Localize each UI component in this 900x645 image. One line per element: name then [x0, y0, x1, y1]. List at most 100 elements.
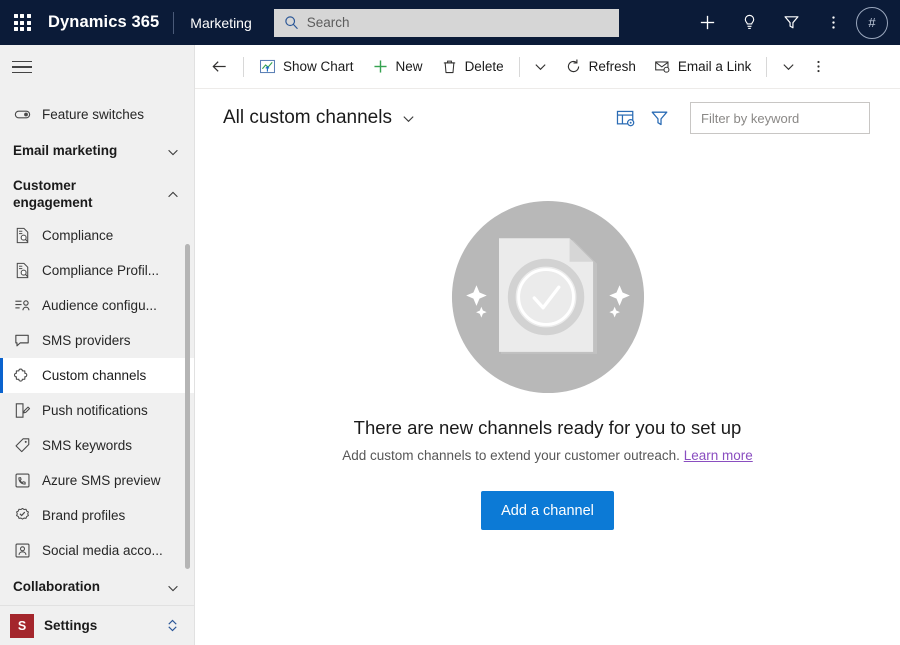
chat-bubble-icon [13, 331, 32, 350]
sidebar-group-email-marketing[interactable]: Email marketing [0, 132, 194, 172]
back-button[interactable] [201, 49, 237, 85]
app-header: Dynamics 365 Marketing Search # [0, 0, 900, 45]
page-title: All custom channels [223, 107, 392, 128]
sidebar-item-label: Azure SMS preview [42, 472, 161, 488]
edit-columns-button[interactable] [608, 101, 642, 135]
sidebar-item-compliance[interactable]: Compliance [0, 218, 194, 253]
sidebar-group-collaboration[interactable]: Collaboration [0, 568, 194, 605]
push-notification-icon [13, 401, 32, 420]
view-header: All custom channels Filter by keyword [195, 89, 900, 147]
person-frame-icon [13, 541, 32, 560]
puzzle-piece-icon [13, 366, 32, 385]
sidebar-item-label: Push notifications [42, 402, 148, 418]
refresh-icon [565, 58, 582, 75]
sidebar-item-label: Brand profiles [42, 507, 126, 523]
global-search-placeholder: Search [306, 15, 350, 30]
sidebar-group-label: Customer engagement [13, 177, 93, 210]
sidebar-item-audience-configuration[interactable]: Audience configu... [0, 288, 194, 323]
show-chart-button[interactable]: Show Chart [250, 49, 363, 85]
audience-icon [13, 296, 32, 315]
sidebar-item-sms-providers[interactable]: SMS providers [0, 323, 194, 358]
quick-create-icon[interactable] [686, 0, 728, 45]
new-button[interactable]: New [363, 49, 432, 85]
sidebar-item-social-media-accounts[interactable]: Social media acco... [0, 533, 194, 568]
chevron-up-icon [168, 191, 178, 197]
command-overflow-button[interactable] [803, 49, 833, 85]
sidebar-item-custom-channels[interactable]: Custom channels [0, 357, 194, 393]
area-switcher-settings[interactable]: S Settings [0, 605, 194, 645]
settings-badge: S [10, 613, 34, 638]
header-filter-icon[interactable] [770, 0, 812, 45]
email-link-dropdown-button[interactable] [773, 49, 803, 85]
learn-more-link[interactable]: Learn more [684, 448, 753, 463]
global-search-input[interactable]: Search [273, 8, 619, 37]
dynamics-365-window: Dynamics 365 Marketing Search # Feature … [0, 0, 900, 645]
sitemap-sidebar: Feature switches Email marketing Custome… [0, 45, 195, 645]
email-a-link-label: Email a Link [677, 59, 752, 74]
app-launcher-icon[interactable] [0, 0, 44, 45]
sidebar-item-brand-profiles[interactable]: Brand profiles [0, 498, 194, 533]
app-name[interactable]: Marketing [174, 15, 267, 31]
empty-state-subtitle: Add custom channels to extend your custo… [342, 448, 753, 463]
more-vertical-icon [817, 60, 820, 73]
keyword-filter-placeholder: Filter by keyword [701, 110, 800, 126]
main-content: Show Chart New Delete Refresh Email a Li… [195, 45, 900, 645]
delete-dropdown-button[interactable] [526, 49, 556, 85]
app-body: Feature switches Email marketing Custome… [0, 45, 900, 645]
sidebar-item-label: Compliance [42, 227, 114, 243]
email-link-icon [654, 58, 671, 75]
lightbulb-icon [744, 14, 754, 29]
sidebar-group-label: Email marketing [13, 143, 118, 159]
command-divider [243, 56, 244, 77]
filter-icon [651, 111, 667, 125]
sidebar-item-feature-switches[interactable]: Feature switches [0, 97, 194, 132]
plus-icon [700, 15, 714, 30]
search-icon [285, 16, 298, 29]
sidebar-group-label: Collaboration [13, 579, 100, 595]
sidebar-item-push-notifications[interactable]: Push notifications [0, 393, 194, 428]
sidebar-item-label: SMS providers [42, 332, 131, 348]
sidebar-item-label: Compliance Profil... [42, 262, 160, 278]
command-bar: Show Chart New Delete Refresh Email a Li… [195, 45, 900, 89]
plus-icon [372, 58, 389, 75]
chevron-down-icon [168, 149, 178, 156]
phone-preview-icon [13, 471, 32, 490]
empty-state-subtitle-text: Add custom channels to extend your custo… [342, 448, 680, 463]
chart-icon [259, 58, 276, 75]
avatar[interactable]: # [856, 6, 888, 39]
sidebar-item-sms-keywords[interactable]: SMS keywords [0, 428, 194, 463]
chevron-down-icon [403, 115, 414, 122]
document-check-sparkles-illustration [451, 200, 644, 394]
header-more-icon[interactable] [812, 0, 854, 45]
command-divider [518, 56, 520, 77]
tag-icon [13, 436, 32, 455]
view-selector[interactable]: All custom channels [223, 107, 416, 129]
edit-columns-icon [616, 110, 634, 126]
sidebar-scrollbar[interactable] [185, 243, 190, 569]
toggle-icon [13, 105, 32, 124]
empty-state: There are new channels ready for you to … [195, 147, 900, 645]
sitemap-collapse-button[interactable] [0, 45, 194, 89]
view-filter-button[interactable] [642, 101, 676, 135]
sidebar-item-azure-sms-preview[interactable]: Azure SMS preview [0, 463, 194, 498]
new-label: New [395, 59, 423, 74]
brand-title[interactable]: Dynamics 365 [44, 13, 173, 32]
badge-check-icon [13, 506, 32, 525]
more-vertical-icon [831, 16, 835, 29]
sidebar-item-compliance-profiles[interactable]: Compliance Profil... [0, 253, 194, 288]
add-a-channel-button[interactable]: Add a channel [481, 491, 614, 530]
sidebar-item-label: SMS keywords [42, 437, 133, 453]
email-a-link-button[interactable]: Email a Link [645, 49, 761, 85]
delete-button[interactable]: Delete [432, 49, 513, 85]
settings-label: Settings [44, 618, 98, 633]
sitemap-scroll-area: Feature switches Email marketing Custome… [0, 89, 194, 605]
chevron-down-icon [535, 64, 546, 71]
hamburger-icon [12, 57, 32, 78]
sidebar-item-label: Custom channels [42, 367, 147, 383]
assistant-icon[interactable] [728, 0, 770, 45]
keyword-filter-input[interactable]: Filter by keyword [690, 102, 870, 134]
sidebar-group-customer-engagement[interactable]: Customer engagement [0, 172, 194, 218]
empty-state-title: There are new channels ready for you to … [353, 417, 742, 438]
sidebar-item-label: Social media acco... [42, 542, 163, 558]
refresh-button[interactable]: Refresh [556, 49, 645, 85]
